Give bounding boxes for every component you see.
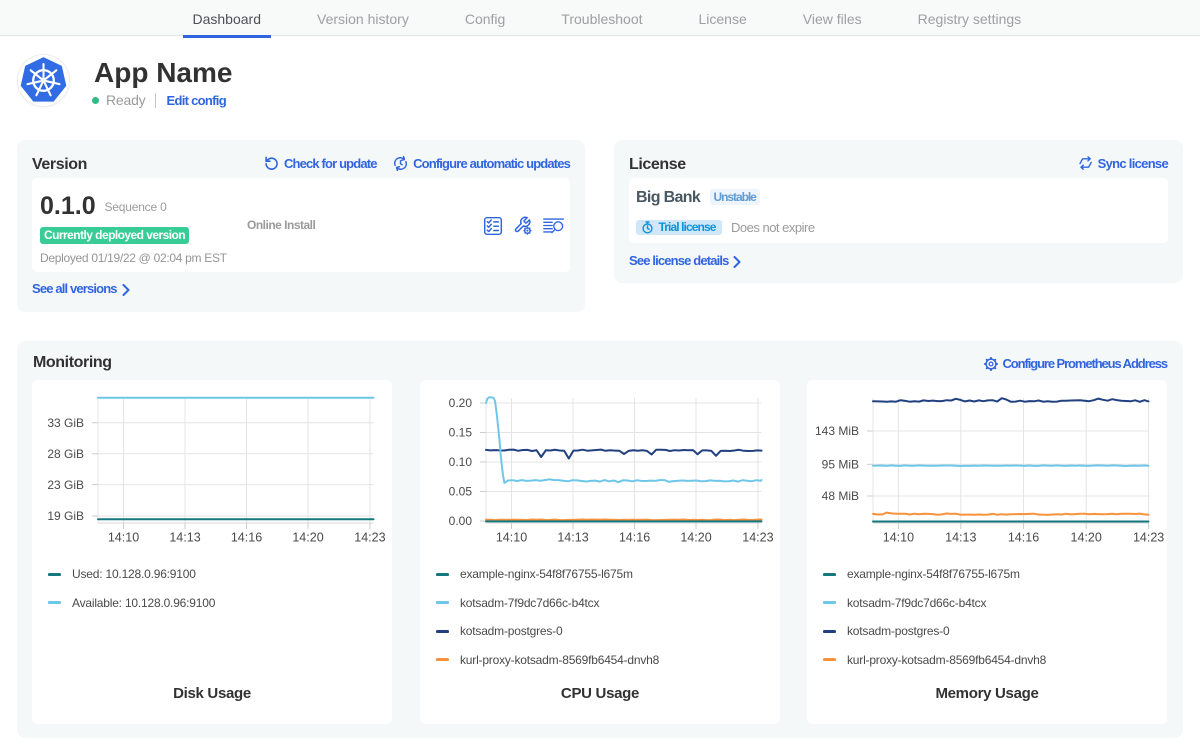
svg-text:14:13: 14:13 xyxy=(945,531,976,545)
svg-text:0.00: 0.00 xyxy=(449,514,473,528)
svg-text:23 GiB: 23 GiB xyxy=(47,478,84,492)
svg-text:0.05: 0.05 xyxy=(449,485,473,499)
svg-text:14:16: 14:16 xyxy=(1008,531,1039,545)
svg-text:14:10: 14:10 xyxy=(496,531,527,545)
svg-text:14:20: 14:20 xyxy=(1071,531,1102,545)
svg-text:14:23: 14:23 xyxy=(742,531,773,545)
svg-text:143 MiB: 143 MiB xyxy=(815,424,859,438)
svg-text:33 GiB: 33 GiB xyxy=(47,416,84,430)
svg-text:14:13: 14:13 xyxy=(169,531,200,545)
svg-text:14:23: 14:23 xyxy=(354,531,385,545)
svg-text:0.15: 0.15 xyxy=(449,426,473,440)
svg-text:95 MiB: 95 MiB xyxy=(822,458,859,472)
svg-text:14:20: 14:20 xyxy=(292,531,323,545)
svg-text:14:20: 14:20 xyxy=(680,531,711,545)
svg-text:28 GiB: 28 GiB xyxy=(47,447,84,461)
svg-text:14:13: 14:13 xyxy=(557,531,588,545)
svg-text:14:10: 14:10 xyxy=(108,531,139,545)
svg-text:0.20: 0.20 xyxy=(449,396,473,410)
svg-text:48 MiB: 48 MiB xyxy=(822,489,859,503)
svg-text:14:23: 14:23 xyxy=(1133,531,1164,545)
svg-text:14:16: 14:16 xyxy=(619,531,650,545)
svg-text:19 GiB: 19 GiB xyxy=(47,509,84,523)
svg-text:0.10: 0.10 xyxy=(449,455,473,469)
svg-text:14:10: 14:10 xyxy=(883,531,914,545)
svg-text:14:16: 14:16 xyxy=(231,531,262,545)
